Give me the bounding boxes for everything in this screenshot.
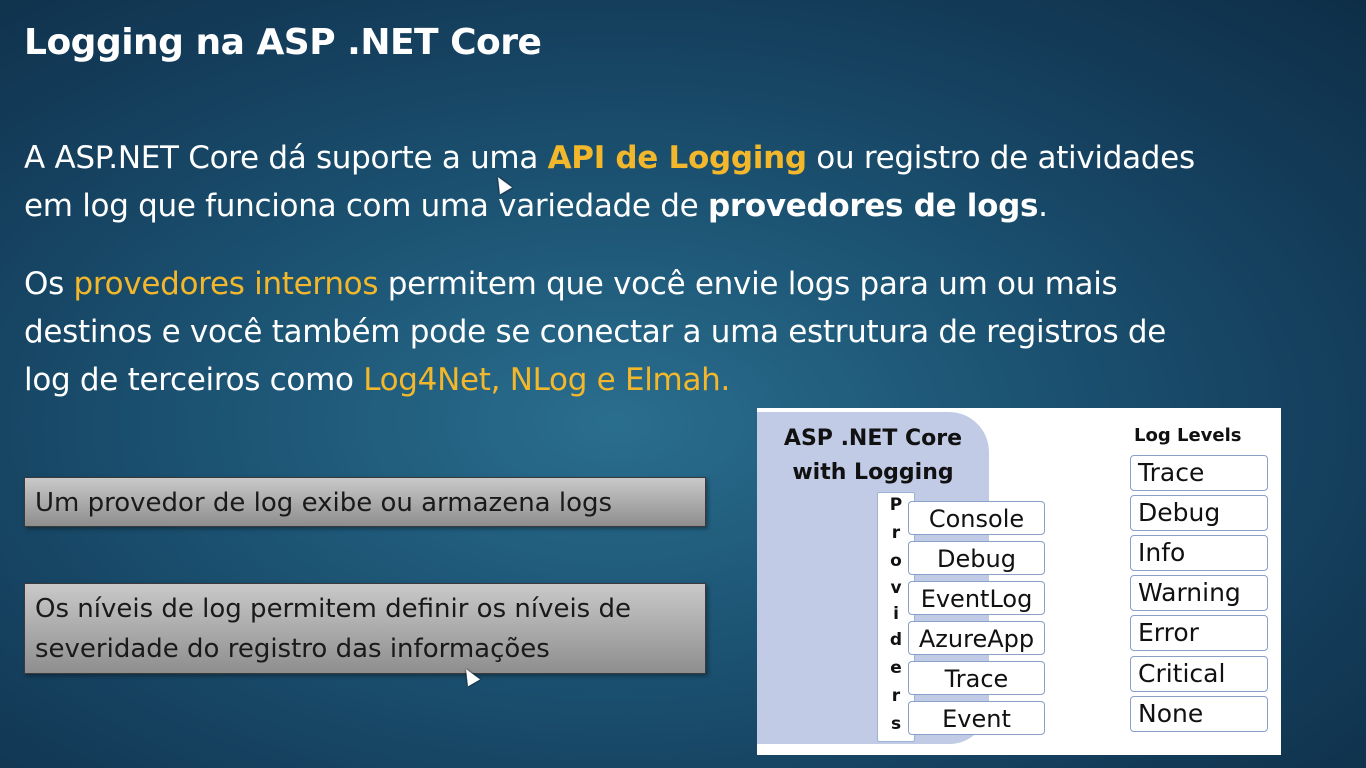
- level-warning: Warning: [1130, 575, 1268, 611]
- intro-text-2: ou registro de atividades: [806, 140, 1195, 176]
- intro-text-4: .: [1038, 188, 1048, 224]
- internal-providers-highlight: provedores internos: [73, 266, 379, 302]
- level-trace: Trace: [1130, 455, 1268, 491]
- third-party-highlight: Log4Net, NLog e Elmah.: [363, 362, 731, 398]
- logging-diagram: ASP .NET Core with Logging P r o v i d e…: [757, 408, 1281, 755]
- level-info: Info: [1130, 535, 1268, 571]
- providers-text-1: Os: [24, 266, 74, 302]
- level-critical: Critical: [1130, 656, 1268, 692]
- levels-info-box: Os níveis de log permitem definir os nív…: [24, 583, 706, 674]
- provider-debug: Debug: [908, 541, 1045, 575]
- providers-text-2: permitem que você envie logs para um ou …: [378, 266, 1118, 302]
- provider-trace: Trace: [908, 661, 1045, 695]
- level-none: None: [1130, 696, 1268, 732]
- provider-info-box: Um provedor de log exibe ou armazena log…: [24, 477, 706, 527]
- level-debug: Debug: [1130, 495, 1268, 531]
- level-error: Error: [1130, 615, 1268, 651]
- providers-text-3: destinos e você também pode se conectar …: [24, 314, 1167, 350]
- provider-console: Console: [908, 501, 1045, 535]
- provider-azureapp: AzureApp: [908, 621, 1045, 655]
- log-levels-title: Log Levels: [1134, 425, 1242, 446]
- api-logging-highlight: API de Logging: [547, 140, 807, 176]
- core-title-line1: ASP .NET Core: [783, 426, 963, 451]
- provider-eventlog: EventLog: [908, 581, 1045, 615]
- providers-bold: provedores de logs: [707, 188, 1039, 224]
- provider-info-text: Um provedor de log exibe ou armazena log…: [35, 488, 613, 518]
- intro-text-1: A ASP.NET Core dá suporte a uma: [24, 140, 548, 176]
- providers-text-4: log de terceiros como: [24, 362, 364, 398]
- levels-info-line1: Os níveis de log permitem definir os nív…: [35, 594, 631, 624]
- provider-event: Event: [908, 701, 1045, 735]
- core-title: ASP .NET Core with Logging: [757, 422, 989, 490]
- levels-info-line2: severidade do registro das informações: [35, 634, 550, 664]
- intro-text-3: em log que funciona com uma variedade de: [24, 188, 708, 224]
- intro-paragraph: A ASP.NET Core dá suporte a uma API de L…: [24, 134, 1344, 230]
- providers-paragraph: Os provedores internos permitem que você…: [24, 260, 1344, 404]
- core-title-line2: with Logging: [792, 460, 954, 485]
- slide-title: Logging na ASP .NET Core: [24, 22, 542, 63]
